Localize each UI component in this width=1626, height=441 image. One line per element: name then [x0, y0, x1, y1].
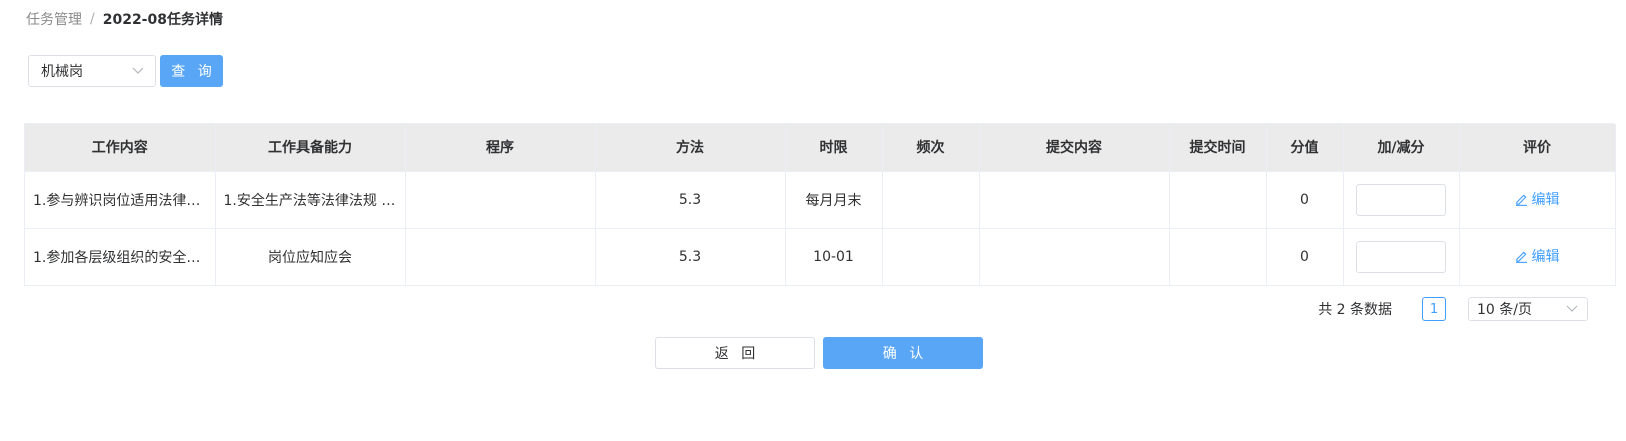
cell-submission: [979, 228, 1170, 286]
breadcrumb-item-current: 2022-08任务详情: [102, 12, 223, 28]
cell-procedure: [405, 228, 596, 286]
cell-method: 5.3: [595, 171, 786, 229]
page-size-select[interactable]: 10 条/页: [1468, 297, 1588, 321]
query-button[interactable]: 查 询: [160, 55, 223, 87]
pagination-total: 共 2 条数据: [1318, 302, 1392, 318]
breadcrumb-separator: /: [90, 11, 95, 27]
page-size-value: 10 条/页: [1477, 302, 1532, 318]
pagination: 共 2 条数据 1 10 条/页: [1318, 297, 1588, 321]
cell-score: 0: [1266, 171, 1344, 229]
adjust-score-input[interactable]: [1356, 183, 1446, 216]
cell-submission: [979, 171, 1170, 229]
cell-deadline: 10-01: [785, 228, 883, 286]
filter-bar: 机械岗 查 询: [28, 55, 223, 87]
back-button[interactable]: 返 回: [655, 337, 815, 369]
cell-evaluate: 编辑: [1459, 228, 1616, 286]
cell-ability: 岗位应知应会: [215, 228, 406, 286]
post-select[interactable]: 机械岗: [28, 55, 156, 87]
breadcrumb-item-task-management[interactable]: 任务管理: [26, 9, 82, 29]
column-header: 工作内容: [25, 124, 216, 172]
cell-submit-time: [1169, 228, 1267, 286]
edit-icon: [1515, 250, 1528, 263]
cell-frequency: [882, 171, 980, 229]
column-header: 时限: [785, 124, 883, 172]
page-number-button[interactable]: 1: [1422, 297, 1446, 321]
cell-ability: 1.安全生产法等法律法规 2...: [215, 171, 406, 229]
chevron-down-icon: [1565, 302, 1579, 316]
cell-evaluate: 编辑: [1459, 171, 1616, 229]
column-header: 提交内容: [979, 124, 1170, 172]
column-header: 工作具备能力: [215, 124, 406, 172]
cell-procedure: [405, 171, 596, 229]
task-table: 工作内容 工作具备能力 程序 方法 时限 频次 提交内容 提交时间 分值 加/减…: [24, 123, 1616, 286]
table-header-row: 工作内容 工作具备能力 程序 方法 时限 频次 提交内容 提交时间 分值 加/减…: [25, 124, 1616, 172]
confirm-button[interactable]: 确 认: [823, 337, 983, 369]
column-header: 加/减分: [1343, 124, 1460, 172]
chevron-down-icon: [131, 64, 145, 78]
column-header: 评价: [1459, 124, 1616, 172]
cell-adjust: [1343, 171, 1460, 229]
cell-content: 1.参与辨识岗位适用法律法...: [25, 171, 216, 229]
form-actions: 返 回 确 认: [655, 337, 983, 369]
table-row: 1.参加各层级组织的安全生... 岗位应知应会 5.3 10-01 0 编辑: [25, 228, 1616, 286]
edit-label: 编辑: [1531, 192, 1560, 209]
edit-link[interactable]: 编辑: [1515, 246, 1560, 266]
edit-link[interactable]: 编辑: [1515, 189, 1560, 209]
table-row: 1.参与辨识岗位适用法律法... 1.安全生产法等法律法规 2... 5.3 每…: [25, 171, 1616, 229]
column-header: 频次: [882, 124, 980, 172]
edit-label: 编辑: [1531, 249, 1560, 266]
breadcrumb: 任务管理 / 2022-08任务详情: [26, 9, 223, 29]
column-header: 程序: [405, 124, 596, 172]
cell-deadline: 每月月末: [785, 171, 883, 229]
cell-method: 5.3: [595, 228, 786, 286]
column-header: 方法: [595, 124, 786, 172]
cell-score: 0: [1266, 228, 1344, 286]
cell-content: 1.参加各层级组织的安全生...: [25, 228, 216, 286]
adjust-score-input[interactable]: [1356, 240, 1446, 273]
column-header: 提交时间: [1169, 124, 1267, 172]
cell-submit-time: [1169, 171, 1267, 229]
column-header: 分值: [1266, 124, 1344, 172]
post-select-value: 机械岗: [41, 64, 83, 80]
edit-icon: [1515, 193, 1528, 206]
cell-frequency: [882, 228, 980, 286]
cell-adjust: [1343, 228, 1460, 286]
